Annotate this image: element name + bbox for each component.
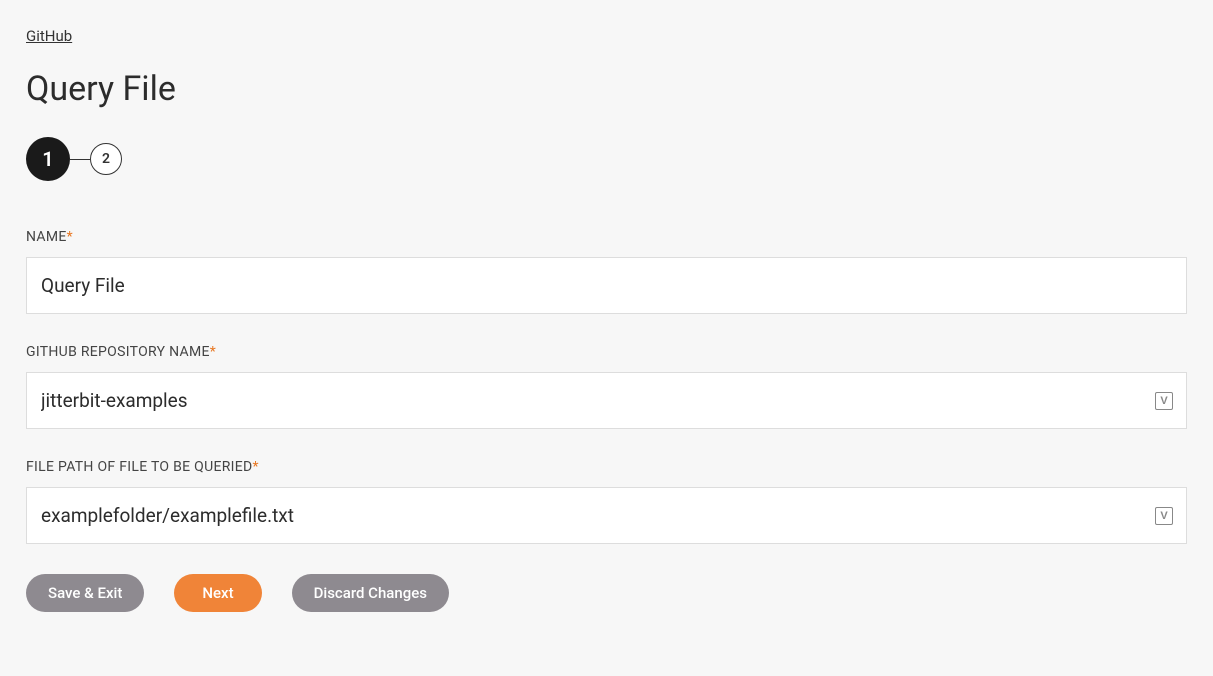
discard-button[interactable]: Discard Changes	[292, 574, 449, 612]
required-asterisk: *	[67, 229, 73, 245]
form-group-name: NAME*	[26, 229, 1187, 314]
form-group-repo: GITHUB REPOSITORY NAME* V	[26, 344, 1187, 429]
next-button[interactable]: Next	[174, 574, 261, 612]
required-asterisk: *	[210, 344, 216, 360]
label-repo: GITHUB REPOSITORY NAME*	[26, 344, 1187, 360]
form-group-filepath: FILE PATH OF FILE TO BE QUERIED* V	[26, 459, 1187, 544]
button-row: Save & Exit Next Discard Changes	[26, 574, 1187, 612]
label-name: NAME*	[26, 229, 1187, 245]
filepath-input[interactable]	[26, 487, 1187, 544]
step-2[interactable]: 2	[90, 143, 122, 175]
label-repo-text: GITHUB REPOSITORY NAME	[26, 344, 210, 360]
label-filepath: FILE PATH OF FILE TO BE QUERIED*	[26, 459, 1187, 475]
breadcrumb-link-github[interactable]: GitHub	[26, 27, 72, 45]
page-title: Query File	[26, 69, 1187, 109]
step-1[interactable]: 1	[26, 137, 70, 181]
repo-input[interactable]	[26, 372, 1187, 429]
save-exit-button[interactable]: Save & Exit	[26, 574, 144, 612]
variable-icon[interactable]: V	[1155, 392, 1173, 410]
label-filepath-text: FILE PATH OF FILE TO BE QUERIED	[26, 459, 253, 475]
stepper: 1 2	[26, 137, 1187, 181]
step-connector	[70, 159, 90, 160]
label-name-text: NAME	[26, 229, 67, 245]
required-asterisk: *	[253, 459, 259, 475]
name-input[interactable]	[26, 257, 1187, 314]
variable-icon[interactable]: V	[1155, 507, 1173, 525]
